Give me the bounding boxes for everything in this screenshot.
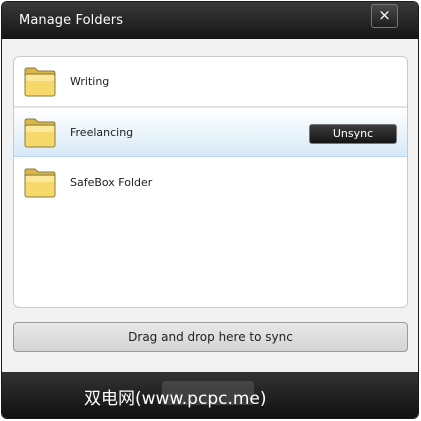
unsync-button[interactable]: Unsync xyxy=(309,124,397,144)
dialog-title: Manage Folders xyxy=(19,13,124,28)
close-button[interactable]: × xyxy=(371,4,398,28)
folder-row-freelancing[interactable]: Freelancing Unsync xyxy=(14,107,407,157)
folder-name: Freelancing xyxy=(70,126,134,139)
folder-icon xyxy=(24,67,56,97)
close-icon: × xyxy=(378,6,391,24)
manage-folders-dialog: Manage Folders × Writing Freelancing Uns… xyxy=(1,1,419,419)
folder-row-safebox[interactable]: SafeBox Folder xyxy=(14,158,407,208)
folder-list: Writing Freelancing Unsync SafeBox Folde… xyxy=(13,56,408,308)
sync-drop-zone[interactable]: Drag and drop here to sync xyxy=(13,322,408,352)
folder-icon xyxy=(24,168,56,198)
folder-icon xyxy=(24,118,56,148)
watermark-text: 双电网(www.pcpc.me) xyxy=(84,389,267,409)
folder-row-writing[interactable]: Writing xyxy=(14,57,407,107)
folder-name: Writing xyxy=(70,75,110,88)
folder-name: SafeBox Folder xyxy=(70,176,153,189)
title-bar: Manage Folders × xyxy=(2,2,418,39)
